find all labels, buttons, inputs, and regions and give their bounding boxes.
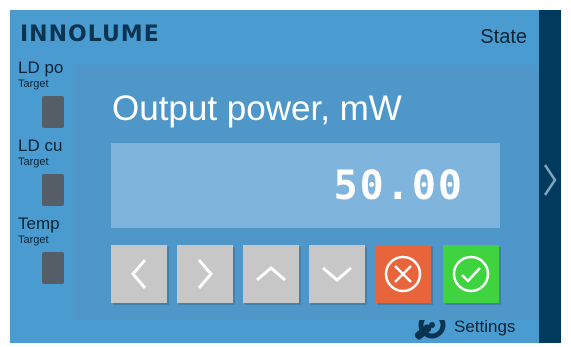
side-panel (539, 10, 561, 343)
dialog-title: Output power, mW (112, 89, 402, 128)
temperature-target-label: Target (18, 234, 49, 246)
ld-current-label: LD cu (18, 136, 63, 155)
cursor-left-button[interactable] (111, 245, 167, 303)
value-display: 50.00 (111, 143, 500, 228)
chevron-up-icon (256, 266, 286, 282)
chevron-right-icon (543, 164, 557, 196)
brand-logo: INNOLUME (20, 22, 160, 47)
ld-current-target-label: Target (18, 156, 49, 168)
value-entry-dialog: Output power, mW 50.00 (74, 65, 539, 320)
temperature-field[interactable] (42, 252, 64, 284)
settings-label: Settings (454, 317, 516, 336)
decrement-button[interactable] (309, 245, 365, 303)
temperature-label: Temp (18, 214, 60, 233)
chevron-right-icon (197, 259, 213, 289)
circle-x-icon (384, 255, 422, 293)
value-text: 50.00 (333, 163, 464, 209)
confirm-button[interactable] (443, 245, 499, 303)
state-label: State (480, 26, 527, 48)
ld-power-field[interactable] (42, 96, 64, 128)
ld-power-label: LD po (18, 58, 64, 77)
cursor-right-button[interactable] (177, 245, 233, 303)
chevron-left-icon (131, 259, 147, 289)
cancel-button[interactable] (375, 245, 431, 303)
device-screen: INNOLUME State LD po Target LD cu Target… (10, 10, 561, 343)
increment-button[interactable] (243, 245, 299, 303)
circle-check-icon (452, 255, 490, 293)
ld-power-target-label: Target (18, 78, 49, 90)
ld-current-field[interactable] (42, 174, 64, 206)
chevron-down-icon (322, 266, 352, 282)
next-page-button[interactable] (539, 160, 561, 200)
